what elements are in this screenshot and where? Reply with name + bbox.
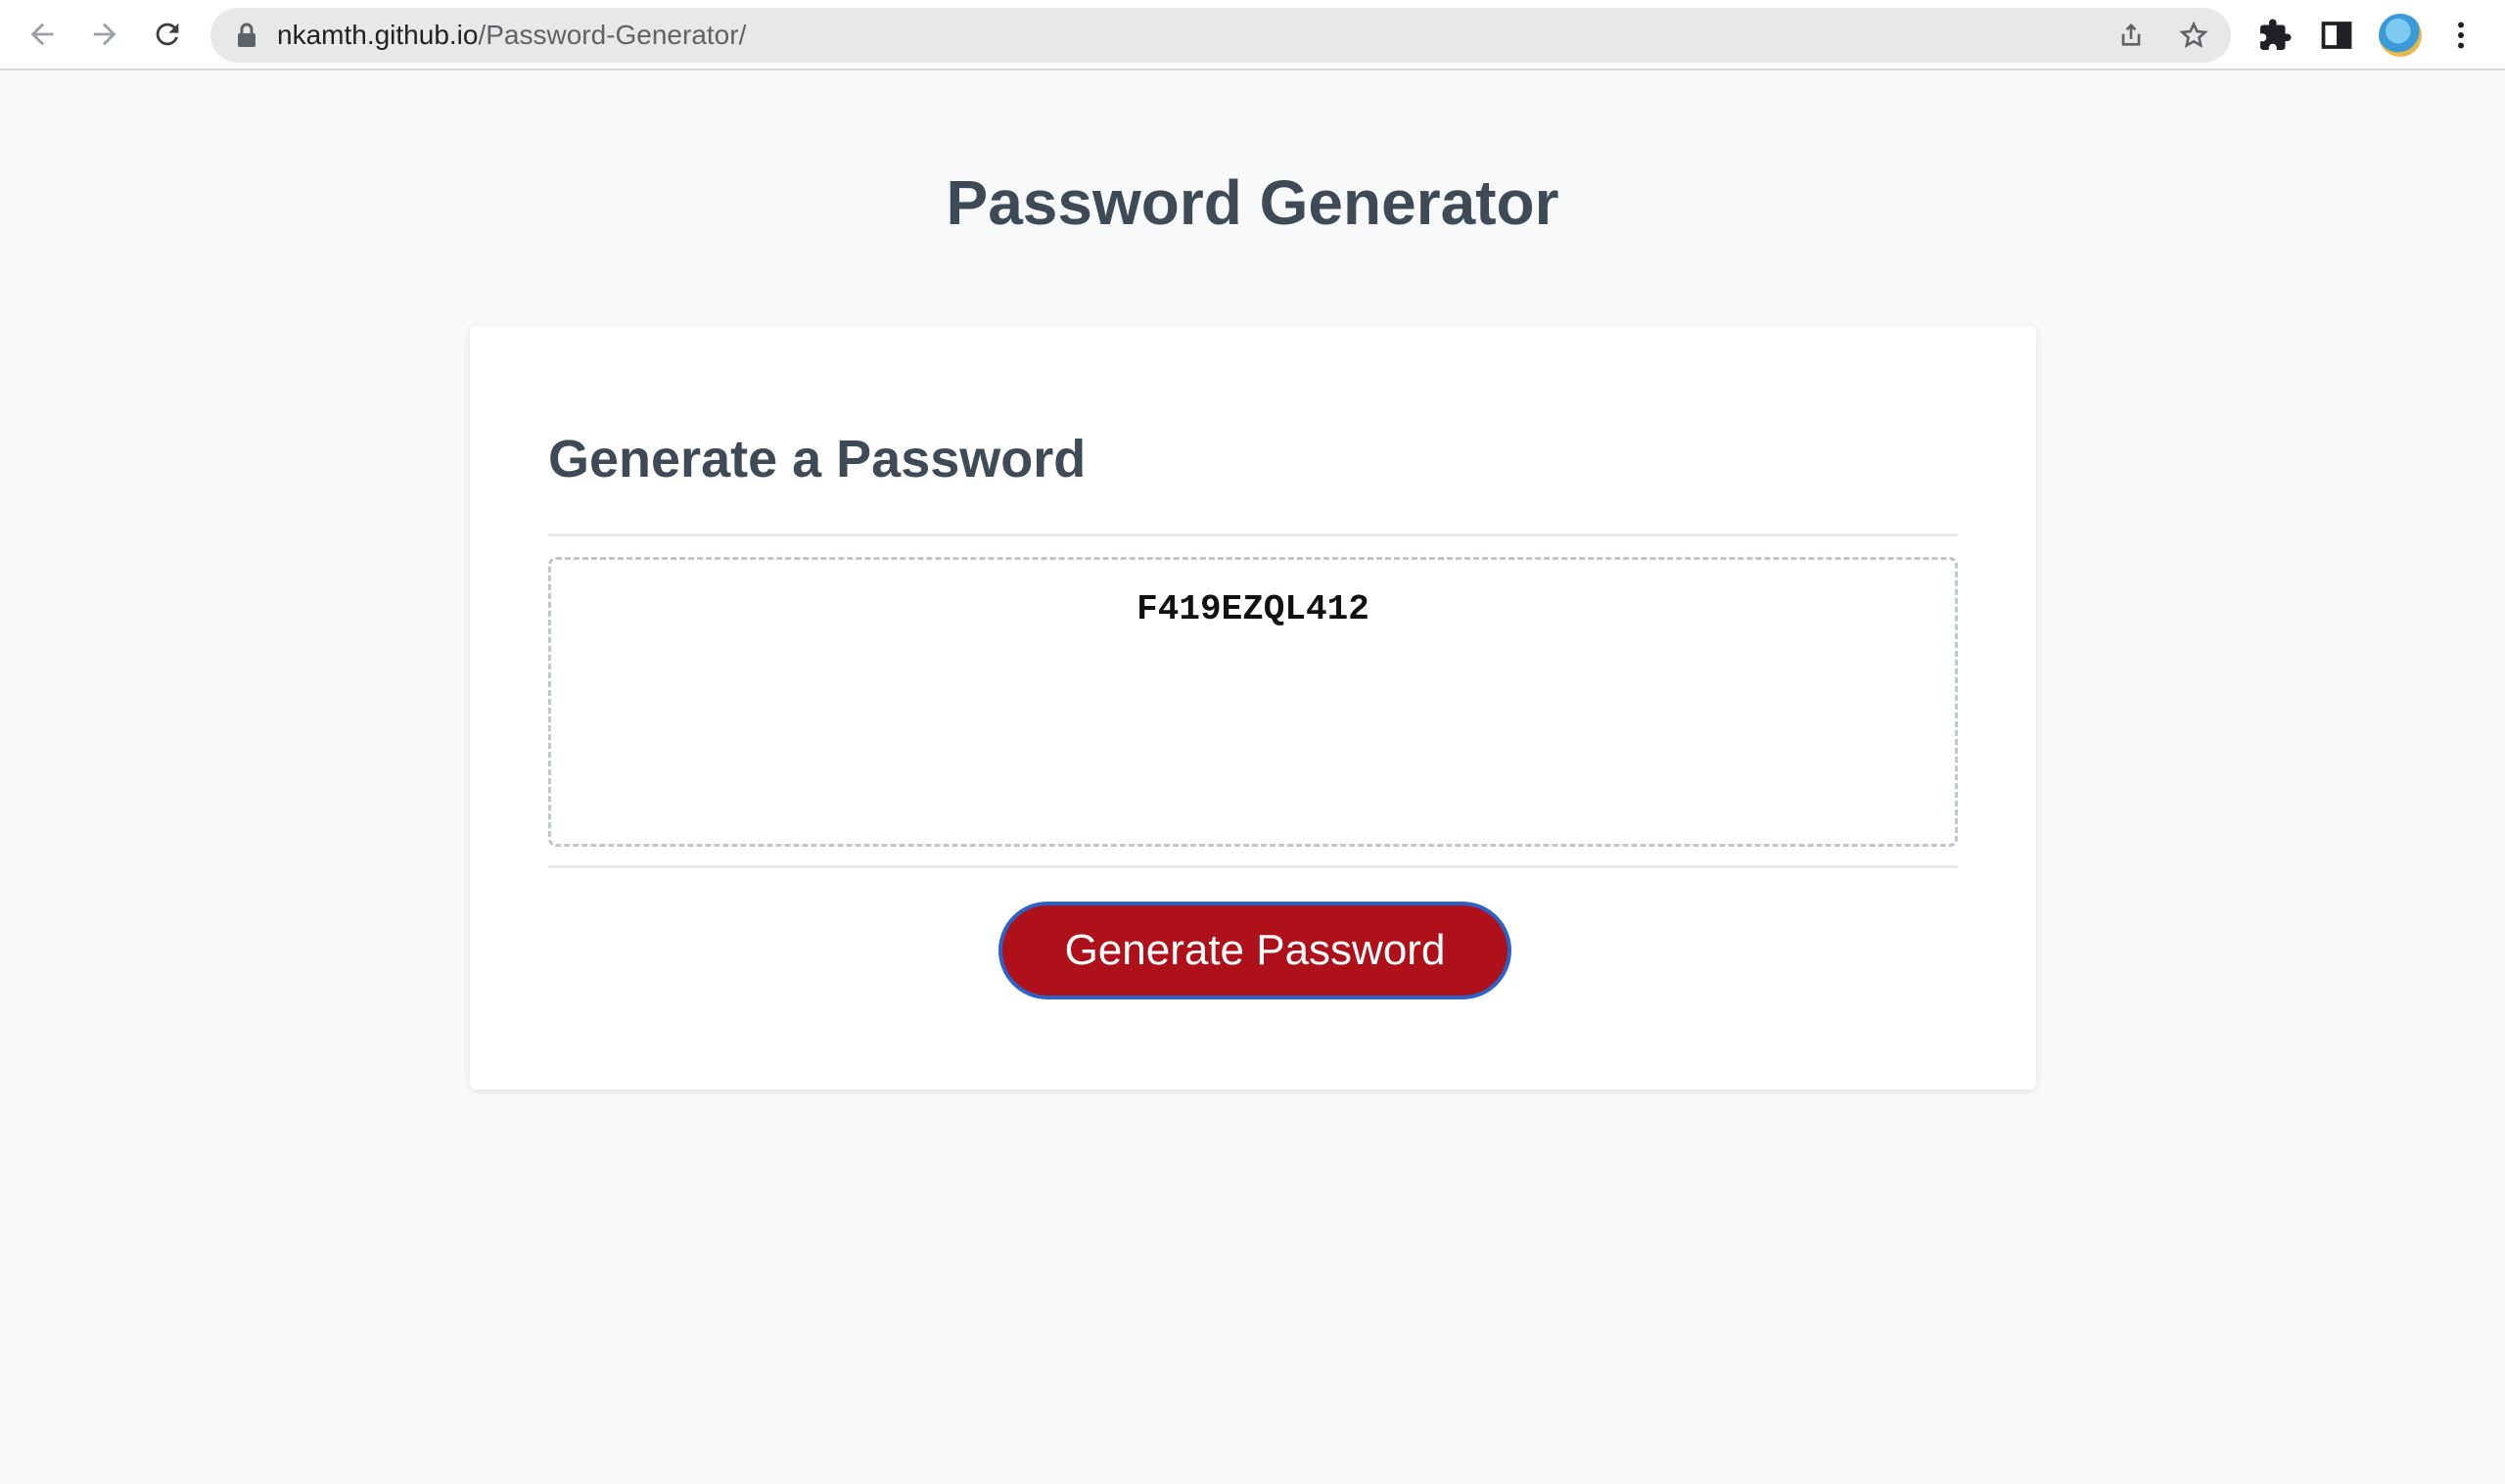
generate-password-button[interactable]: Generate Password: [998, 902, 1511, 999]
forward-button[interactable]: [82, 12, 127, 57]
url-host: nkamth.github.io: [277, 20, 479, 50]
side-panel-button[interactable]: [2315, 14, 2358, 57]
reload-button[interactable]: [145, 12, 190, 57]
side-panel-icon: [2321, 22, 2352, 49]
extensions-button[interactable]: [2253, 14, 2296, 57]
arrow-left-icon: [30, 23, 54, 46]
lock-icon: [238, 23, 255, 47]
back-button[interactable]: [20, 12, 65, 57]
star-icon: [2179, 21, 2208, 49]
arrow-right-icon: [93, 23, 116, 46]
puzzle-icon: [2260, 19, 2292, 50]
card-title: Generate a Password: [548, 430, 1087, 488]
card-header: Generate a Password: [548, 424, 1958, 536]
profile-avatar[interactable]: [2379, 14, 2422, 57]
page-title: Password Generator: [946, 167, 1559, 238]
address-bar[interactable]: nkamth.github.io/Password-Generator/: [210, 8, 2231, 63]
url-path: /Password-Generator/: [478, 20, 747, 50]
share-button[interactable]: [2113, 18, 2149, 53]
reload-icon: [156, 23, 179, 46]
card-footer-divider: [548, 865, 1958, 868]
password-card: Generate a Password F419EZQL412 Generate…: [470, 326, 2036, 1090]
share-icon: [2121, 23, 2141, 46]
password-output[interactable]: F419EZQL412: [548, 557, 1958, 847]
menu-button[interactable]: [2439, 14, 2482, 57]
url-text: nkamth.github.io/Password-Generator/: [277, 8, 746, 63]
browser-toolbar: nkamth.github.io/Password-Generator/: [0, 0, 2505, 70]
bookmark-button[interactable]: [2176, 18, 2211, 53]
more-vertical-icon: [2458, 22, 2464, 49]
